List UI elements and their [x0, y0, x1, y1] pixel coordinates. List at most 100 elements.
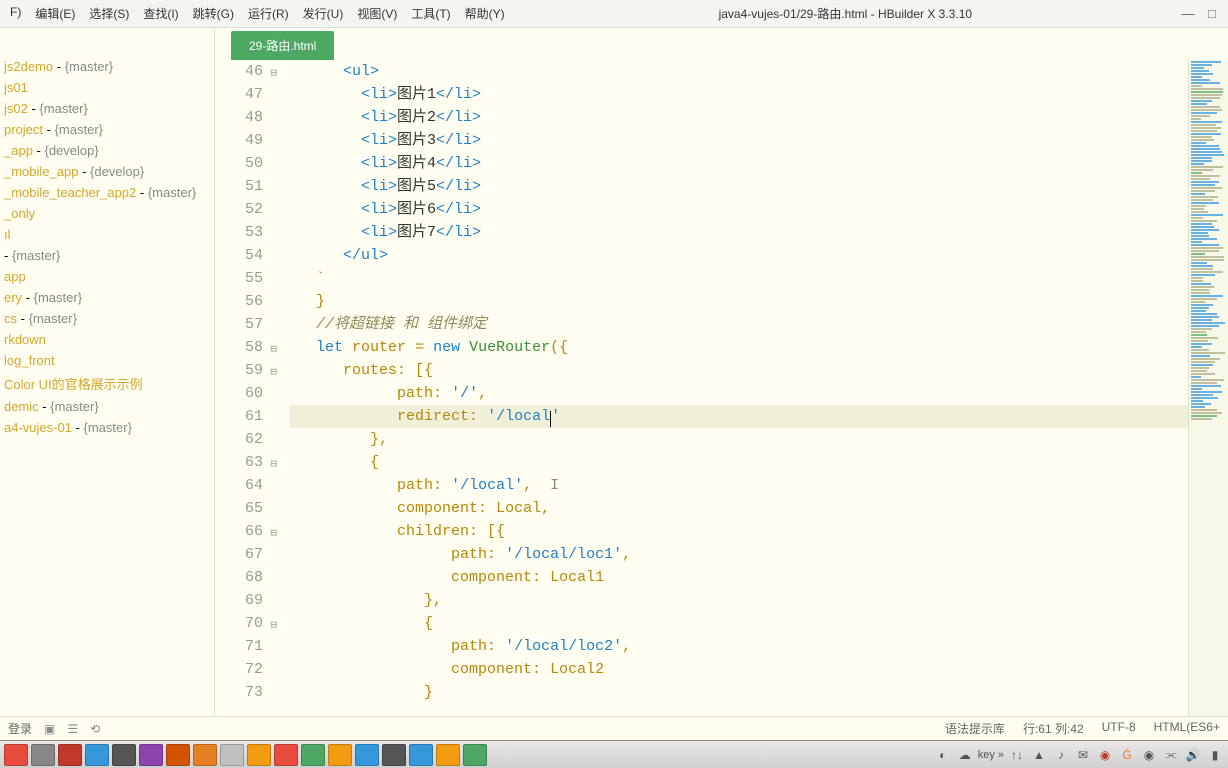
taskbar-app-icon[interactable]	[112, 744, 136, 766]
code-line[interactable]: routes: [{	[289, 359, 1188, 382]
tray-icon[interactable]: ✉	[1074, 746, 1092, 764]
encoding[interactable]: UTF-8	[1102, 720, 1136, 737]
tray-icon[interactable]: ◉	[1140, 746, 1158, 764]
menu-item[interactable]: 发行(U)	[297, 3, 350, 24]
code-line[interactable]: redirect: '/local'	[289, 405, 1188, 428]
sidebar-project[interactable]: _app - {develop}	[0, 140, 214, 161]
language-mode[interactable]: HTML(ES6+	[1154, 720, 1220, 737]
tray-key[interactable]: key »	[978, 746, 1004, 764]
sidebar-project[interactable]: _mobile_teacher_app2 - {master}	[0, 182, 214, 203]
battery-icon[interactable]: ▮	[1206, 746, 1224, 764]
sidebar-project[interactable]: js01	[0, 77, 214, 98]
sidebar-project[interactable]: ıl	[0, 224, 214, 245]
code-line[interactable]: </ul>	[289, 244, 1188, 267]
tray-icon[interactable]: ♪	[1052, 746, 1070, 764]
code-line[interactable]: //将超链接 和 组件绑定	[289, 313, 1188, 336]
code-line[interactable]: <li>图片3</li>	[289, 129, 1188, 152]
fold-icon[interactable]: ⊟	[270, 339, 277, 362]
taskbar-app-icon[interactable]	[220, 744, 244, 766]
fold-icon[interactable]: ⊟	[270, 362, 277, 385]
tray-icon[interactable]: Ǵ	[1118, 746, 1136, 764]
menu-item[interactable]: 工具(T)	[405, 3, 456, 24]
fold-icon[interactable]: ⊟	[270, 63, 277, 86]
sidebar-project[interactable]: _only	[0, 203, 214, 224]
code-content[interactable]: <ul> <li>图片1</li> <li>图片2</li> <li>图片3</…	[269, 60, 1188, 716]
code-line[interactable]: component: Local1	[289, 566, 1188, 589]
taskbar-app-icon[interactable]	[382, 744, 406, 766]
taskbar-app-icon[interactable]	[436, 744, 460, 766]
sidebar-project[interactable]: js02 - {master}	[0, 98, 214, 119]
code-line[interactable]: {	[289, 612, 1188, 635]
taskbar-app-icon[interactable]	[301, 744, 325, 766]
login-status[interactable]: 登录	[8, 720, 32, 737]
code-line[interactable]: {	[289, 451, 1188, 474]
code-line[interactable]: path: '/local', I	[289, 474, 1188, 497]
code-line[interactable]: `	[289, 267, 1188, 290]
taskbar-app-icon[interactable]	[193, 744, 217, 766]
volume-icon[interactable]: 🔊	[1184, 746, 1202, 764]
code-line[interactable]: },	[289, 589, 1188, 612]
taskbar-app-icon[interactable]	[463, 744, 487, 766]
wifi-icon[interactable]: ⫘	[1162, 746, 1180, 764]
taskbar-app-icon[interactable]	[247, 744, 271, 766]
menu-item[interactable]: 视图(V)	[351, 3, 403, 24]
sidebar-project[interactable]: Color UI的官格展示示例	[0, 371, 214, 396]
code-line[interactable]: path: '/local/loc1',	[289, 543, 1188, 566]
syntax-hint[interactable]: 语法提示库	[945, 720, 1005, 737]
minimap[interactable]	[1188, 60, 1228, 716]
taskbar-app-icon[interactable]	[166, 744, 190, 766]
fold-icon[interactable]: ⊟	[270, 523, 277, 546]
tray-icon[interactable]: ↑↓	[1008, 746, 1026, 764]
code-line[interactable]: <li>图片5</li>	[289, 175, 1188, 198]
minimize-button[interactable]: —	[1180, 6, 1196, 21]
maximize-button[interactable]: □	[1204, 6, 1220, 21]
menu-item[interactable]: 运行(R)	[242, 3, 295, 24]
code-line[interactable]: <li>图片4</li>	[289, 152, 1188, 175]
taskbar-app-icon[interactable]	[328, 744, 352, 766]
code-line[interactable]: <li>图片1</li>	[289, 83, 1188, 106]
code-line[interactable]: }	[289, 681, 1188, 704]
sidebar-project[interactable]: - {master}	[0, 245, 214, 266]
sidebar-project[interactable]: demic - {master}	[0, 396, 214, 417]
taskbar-app-icon[interactable]	[31, 744, 55, 766]
tray-icon[interactable]: ◉	[1096, 746, 1114, 764]
code-line[interactable]: <li>图片6</li>	[289, 198, 1188, 221]
taskbar-app-icon[interactable]	[139, 744, 163, 766]
terminal-icon[interactable]: ▣	[44, 722, 55, 736]
code-line[interactable]: <li>图片2</li>	[289, 106, 1188, 129]
taskbar-app-icon[interactable]	[85, 744, 109, 766]
sidebar-project[interactable]: _mobile_app - {develop}	[0, 161, 214, 182]
project-sidebar[interactable]: js2demo - {master}js01js02 - {master}pro…	[0, 28, 215, 716]
list-icon[interactable]: ☰	[67, 722, 78, 736]
taskbar-app-icon[interactable]	[4, 744, 28, 766]
code-editor[interactable]: 46⊟474849505152535455565758⊟59⊟60616263⊟…	[215, 60, 1228, 716]
code-line[interactable]: <ul>	[289, 60, 1188, 83]
menu-item[interactable]: 编辑(E)	[29, 3, 81, 24]
taskbar-app-icon[interactable]	[409, 744, 433, 766]
taskbar-app-icon[interactable]	[58, 744, 82, 766]
menu-item[interactable]: 跳转(G)	[187, 3, 240, 24]
tray-icon[interactable]: ◐	[934, 746, 952, 764]
sidebar-project[interactable]: app	[0, 266, 214, 287]
menu-item[interactable]: 帮助(Y)	[459, 3, 511, 24]
taskbar-app-icon[interactable]	[355, 744, 379, 766]
sync-icon[interactable]: ⟲	[90, 722, 100, 736]
fold-icon[interactable]: ⊟	[270, 454, 277, 477]
sidebar-project[interactable]: rkdown	[0, 329, 214, 350]
sidebar-project[interactable]: log_front	[0, 350, 214, 371]
code-line[interactable]: },	[289, 428, 1188, 451]
menu-item[interactable]: 查找(I)	[137, 3, 184, 24]
code-line[interactable]: path: '/',	[289, 382, 1188, 405]
taskbar-app-icon[interactable]	[274, 744, 298, 766]
sidebar-project[interactable]: project - {master}	[0, 119, 214, 140]
code-line[interactable]: }	[289, 290, 1188, 313]
code-line[interactable]: <li>图片7</li>	[289, 221, 1188, 244]
sidebar-project[interactable]: cs - {master}	[0, 308, 214, 329]
menu-item[interactable]: 选择(S)	[83, 3, 135, 24]
menu-item[interactable]: F)	[4, 3, 27, 24]
sidebar-project[interactable]: ery - {master}	[0, 287, 214, 308]
tray-icon[interactable]: ▲	[1030, 746, 1048, 764]
sidebar-project[interactable]: js2demo - {master}	[0, 56, 214, 77]
tab-active[interactable]: 29-路由.html	[231, 31, 334, 60]
code-line[interactable]: children: [{	[289, 520, 1188, 543]
